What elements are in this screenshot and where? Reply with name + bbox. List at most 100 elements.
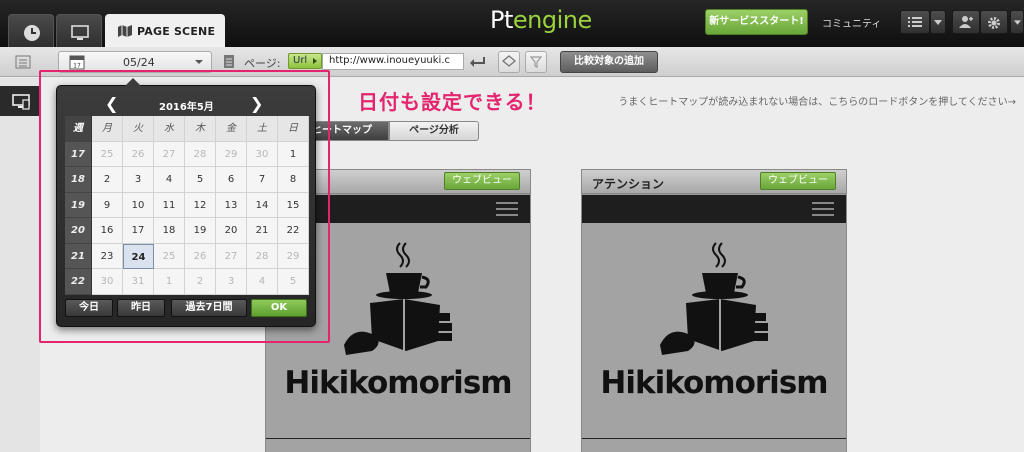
user-icon — [959, 16, 973, 28]
user-button[interactable] — [952, 10, 980, 34]
calendar-day: 26 — [123, 141, 154, 167]
webview-button[interactable]: ウェブビュー — [444, 172, 520, 190]
calendar-day[interactable]: 23 — [92, 243, 123, 269]
add-comparison-button[interactable]: 比較対象の追加 — [560, 51, 658, 73]
calendar-day[interactable]: 21 — [247, 218, 278, 244]
calendar-day[interactable]: 24 — [123, 243, 154, 269]
yesterday-button[interactable]: 昨日 — [117, 299, 165, 317]
webview-button[interactable]: ウェブビュー — [760, 172, 836, 190]
list-menu-button[interactable] — [900, 10, 930, 34]
brand-name: Hikikomorism — [600, 365, 828, 401]
calendar-day: 27 — [154, 141, 185, 167]
calendar-day: 2 — [185, 269, 216, 295]
chevron-down-icon — [1013, 20, 1021, 25]
tab-page-scene-label: PAGE SCENE — [137, 25, 216, 38]
settings-button[interactable] — [980, 10, 1008, 34]
list-icon — [908, 17, 922, 27]
calendar-week-row: 17 25 26 27 28 29 30 1 — [65, 141, 309, 167]
settings-dropdown[interactable] — [1010, 10, 1024, 34]
week-number: 18 — [65, 167, 92, 193]
week-number: 20 — [65, 218, 92, 244]
date-picker-popup: ❮ 2016年5月 ❯ 週 月 火 水 木 金 土 日 17 25 26 27 28 29… — [56, 78, 316, 327]
calendar-day[interactable]: 16 — [92, 218, 123, 244]
week-column-header: 週 — [65, 116, 92, 142]
calendar-day: 28 — [247, 243, 278, 269]
svg-text:17: 17 — [73, 63, 81, 70]
new-service-start-button[interactable]: 新サービススタート! — [705, 9, 808, 35]
calendar-day[interactable]: 22 — [278, 218, 309, 244]
layers-button[interactable] — [498, 51, 520, 73]
ptengine-logo: Ptengine — [490, 6, 592, 34]
monitor-tab[interactable] — [56, 14, 102, 47]
panel-header: アテンション ウェブビュー — [582, 170, 846, 194]
url-type-toggle[interactable]: Url — [288, 53, 322, 69]
calendar-day: 26 — [185, 243, 216, 269]
weekday-header: 金 — [216, 116, 247, 142]
calendar-week-row: 18 2 3 4 5 6 7 8 — [65, 167, 309, 193]
list-menu-dropdown[interactable] — [930, 10, 946, 34]
ok-button[interactable]: OK — [251, 299, 307, 317]
next-month-icon[interactable]: ❯ — [250, 94, 263, 113]
calendar-day[interactable]: 7 — [247, 167, 278, 193]
weekday-header: 木 — [185, 116, 216, 142]
calendar-day[interactable]: 13 — [216, 192, 247, 218]
filter-button[interactable] — [525, 51, 547, 73]
community-link[interactable]: コミュニティ — [822, 15, 881, 30]
page-label: ページ: — [244, 57, 281, 70]
prev-month-icon[interactable]: ❮ — [105, 94, 118, 113]
device-toggle-button[interactable] — [0, 86, 40, 116]
gear-icon — [988, 17, 1000, 29]
weekday-header-row: 週 月 火 水 木 金 土 日 — [65, 116, 309, 142]
today-button[interactable]: 今日 — [65, 299, 113, 317]
calendar-day: 30 — [92, 269, 123, 295]
calendar-quick-buttons: 今日 昨日 過去7日間 OK — [65, 299, 309, 319]
load-notice: うまくヒートマップが読み込まれない場合は、こちらのロードボタンを押してください→ — [618, 97, 1016, 108]
calendar-day[interactable]: 1 — [278, 141, 309, 167]
tab-page-scene[interactable]: PAGE SCENE — [105, 14, 225, 48]
enter-icon[interactable] — [468, 55, 488, 69]
calendar-day[interactable]: 8 — [278, 167, 309, 193]
calendar-day: 30 — [247, 141, 278, 167]
calendar-day: 28 — [185, 141, 216, 167]
calendar-day[interactable]: 17 — [123, 218, 154, 244]
calendar-day[interactable]: 3 — [123, 167, 154, 193]
chevron-down-icon — [934, 20, 942, 25]
calendar-day[interactable]: 18 — [154, 218, 185, 244]
calendar-day: 31 — [123, 269, 154, 295]
calendar-day[interactable]: 15 — [278, 192, 309, 218]
calendar-month-title: 2016年5月 — [159, 102, 214, 113]
date-value: 05/24 — [123, 56, 155, 69]
calendar-day[interactable]: 20 — [216, 218, 247, 244]
annotation-callout: 日付も設定できる！ — [358, 90, 547, 114]
attention-heatmap-panel: アテンション ウェブビュー Hikikomorism — [581, 169, 847, 452]
week-number: 19 — [65, 192, 92, 218]
week-number: 22 — [65, 269, 92, 295]
calendar-day: 1 — [154, 269, 185, 295]
divider — [266, 438, 530, 439]
calendar-week-row: 22 30 31 1 2 3 4 5 — [65, 269, 309, 295]
hamburger-icon[interactable] — [812, 201, 834, 217]
calendar-day: 3 — [216, 269, 247, 295]
history-tab[interactable] — [8, 14, 54, 47]
calendar-day[interactable]: 19 — [185, 218, 216, 244]
calendar-day[interactable]: 9 — [92, 192, 123, 218]
calendar-day[interactable]: 11 — [154, 192, 185, 218]
menu-lines-icon[interactable] — [14, 53, 32, 71]
calendar-day[interactable]: 5 — [185, 167, 216, 193]
calendar-day: 29 — [278, 243, 309, 269]
brand-name: Hikikomorism — [284, 365, 512, 401]
hamburger-icon[interactable] — [496, 201, 518, 217]
calendar-day[interactable]: 2 — [92, 167, 123, 193]
calendar-day[interactable]: 12 — [185, 192, 216, 218]
calendar-day[interactable]: 6 — [216, 167, 247, 193]
calendar-day[interactable]: 4 — [154, 167, 185, 193]
site-preview: Hikikomorism — [582, 223, 846, 452]
calendar-icon: 17 — [69, 55, 85, 70]
calendar-day[interactable]: 10 — [123, 192, 154, 218]
tab-page-analysis[interactable]: ページ分析 — [389, 121, 479, 141]
week-number: 21 — [65, 243, 92, 269]
url-input[interactable]: http://www.inoueyuuki.c — [322, 53, 464, 70]
last-7-days-button[interactable]: 過去7日間 — [171, 299, 247, 317]
calendar-day[interactable]: 14 — [247, 192, 278, 218]
calendar-day: 25 — [154, 243, 185, 269]
